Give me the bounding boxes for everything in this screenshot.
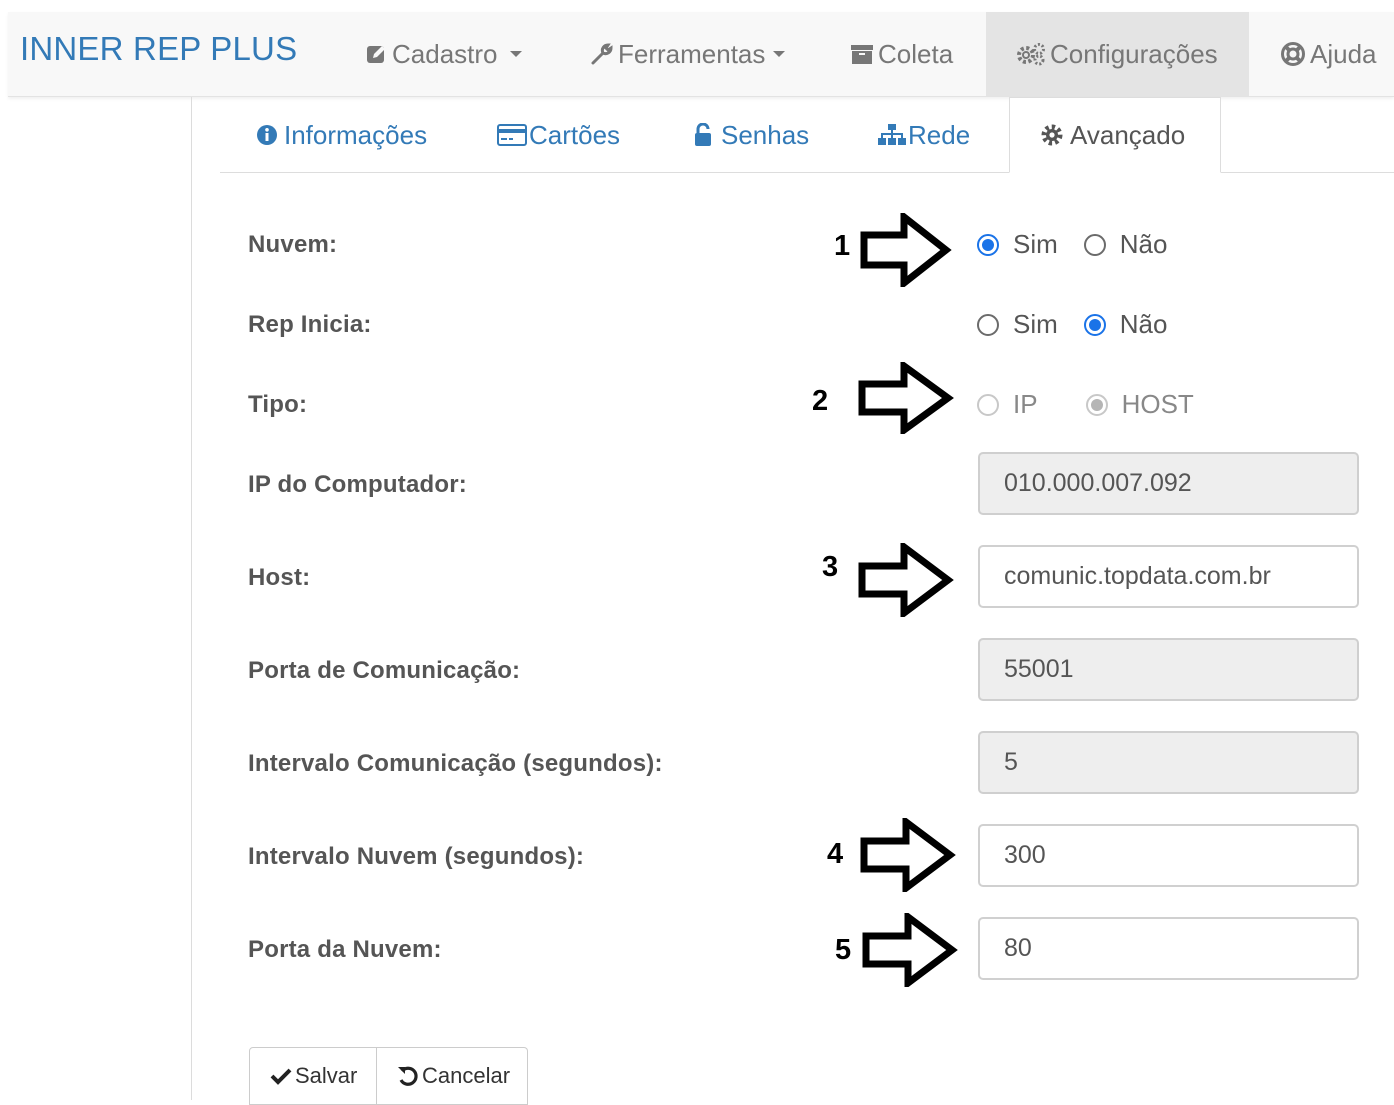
cancel-button[interactable]: Cancelar [377, 1047, 528, 1105]
form-button-group: Salvar Cancelar [249, 1047, 528, 1105]
rep-inicia-label: Rep Inicia: [248, 311, 372, 338]
ip-computador-label: IP do Computador: [248, 471, 467, 498]
nav-coleta[interactable]: Coleta [850, 12, 953, 96]
porta-nuvem-input[interactable]: 80 [978, 917, 1359, 980]
unlock-icon [694, 123, 712, 147]
nuvem-sim-label[interactable]: Sim [1013, 229, 1058, 260]
chevron-down-icon [773, 51, 786, 57]
tipo-label: Tipo: [248, 391, 308, 418]
nuvem-nao-radio[interactable] [1083, 233, 1106, 256]
rep-inicia-sim-radio[interactable] [977, 313, 999, 336]
sitemap-icon [878, 123, 906, 147]
rep-inicia-radio-group: Sim Não [977, 309, 1167, 340]
arrow-right-icon [860, 818, 956, 892]
tipo-radio-group: IP HOST [977, 389, 1194, 420]
intervalo-nuvem-label: Intervalo Nuvem (segundos): [248, 843, 585, 870]
cogs-icon [1016, 42, 1046, 66]
tab-avancado[interactable]: Avançado [1009, 97, 1221, 173]
annotation-number-1: 1 [834, 230, 851, 262]
top-navbar: INNER REP PLUS Cadastro Ferramentas Cole… [8, 12, 1394, 97]
porta-comunicacao-input[interactable]: 55001 [978, 638, 1359, 701]
wrench-icon [590, 42, 614, 66]
undo-icon [397, 1065, 419, 1087]
nav-cadastro[interactable]: Cadastro [366, 12, 522, 96]
intervalo-comunicacao-label: Intervalo Comunicação (segundos): [248, 750, 663, 777]
nuvem-label: Nuvem: [248, 231, 338, 258]
tab-cartoes-label: Cartões [529, 119, 621, 150]
nav-ajuda-label: Ajuda [1310, 38, 1377, 69]
host-input[interactable]: comunic.topdata.com.br [978, 545, 1359, 608]
nav-ferramentas-label: Ferramentas [618, 38, 766, 69]
nav-ferramentas[interactable]: Ferramentas [590, 12, 786, 96]
chevron-down-icon [509, 51, 522, 57]
host-label: Host: [248, 564, 311, 591]
credit-card-icon [497, 124, 527, 146]
save-button[interactable]: Salvar [249, 1047, 377, 1105]
brand-logo[interactable]: INNER REP PLUS [20, 30, 297, 68]
tab-senhas[interactable]: Senhas [694, 98, 809, 172]
intervalo-nuvem-input[interactable]: 300 [978, 824, 1359, 887]
tab-avancado-label: Avançado [1070, 119, 1186, 150]
nuvem-nao-label[interactable]: Não [1120, 229, 1168, 260]
arrow-right-icon [858, 543, 954, 617]
nav-configuracoes[interactable]: Configurações [986, 12, 1249, 96]
ip-computador-input[interactable]: 010.000.007.092 [978, 452, 1359, 515]
tab-informacoes-label: Informações [284, 119, 428, 150]
arrow-right-icon [860, 213, 952, 287]
annotation-number-5: 5 [835, 934, 852, 966]
tab-informacoes[interactable]: Informações [256, 98, 427, 172]
tipo-ip-radio[interactable] [977, 393, 999, 416]
lifebuoy-icon [1280, 41, 1306, 67]
annotation-number-3: 3 [822, 551, 839, 583]
archive-icon [850, 43, 874, 65]
porta-comunicacao-label: Porta de Comunicação: [248, 657, 521, 684]
gear-icon [1040, 123, 1064, 147]
rep-inicia-nao-label[interactable]: Não [1120, 309, 1168, 340]
arrow-right-icon [862, 913, 958, 987]
rep-inicia-nao-radio[interactable] [1083, 313, 1106, 336]
info-circle-icon [256, 124, 278, 146]
porta-nuvem-label: Porta da Nuvem: [248, 936, 442, 963]
tab-cartoes[interactable]: Cartões [497, 98, 620, 172]
nav-coleta-label: Coleta [878, 38, 954, 69]
tipo-host-label: HOST [1121, 389, 1194, 419]
check-icon [270, 1067, 292, 1085]
nav-ajuda[interactable]: Ajuda [1280, 12, 1377, 96]
content-left-border [191, 97, 192, 1100]
intervalo-comunicacao-input[interactable]: 5 [978, 731, 1359, 794]
save-button-label: Salvar [295, 1063, 358, 1088]
nav-cadastro-label: Cadastro [392, 38, 498, 69]
edit-icon [366, 43, 388, 65]
cancel-button-label: Cancelar [422, 1063, 511, 1088]
tab-rede-label: Rede [908, 119, 971, 150]
tab-rede[interactable]: Rede [878, 98, 970, 172]
tipo-ip-label: IP [1013, 389, 1038, 419]
tab-senhas-label: Senhas [721, 119, 810, 150]
annotation-number-2: 2 [812, 385, 829, 417]
tipo-host-radio[interactable] [1085, 393, 1108, 416]
arrow-right-icon [858, 362, 954, 434]
nav-configuracoes-label: Configurações [1050, 38, 1218, 69]
annotation-number-4: 4 [827, 838, 844, 870]
nuvem-sim-radio[interactable] [977, 233, 999, 256]
nuvem-radio-group: Sim Não [977, 229, 1167, 260]
rep-inicia-sim-label[interactable]: Sim [1013, 309, 1058, 340]
